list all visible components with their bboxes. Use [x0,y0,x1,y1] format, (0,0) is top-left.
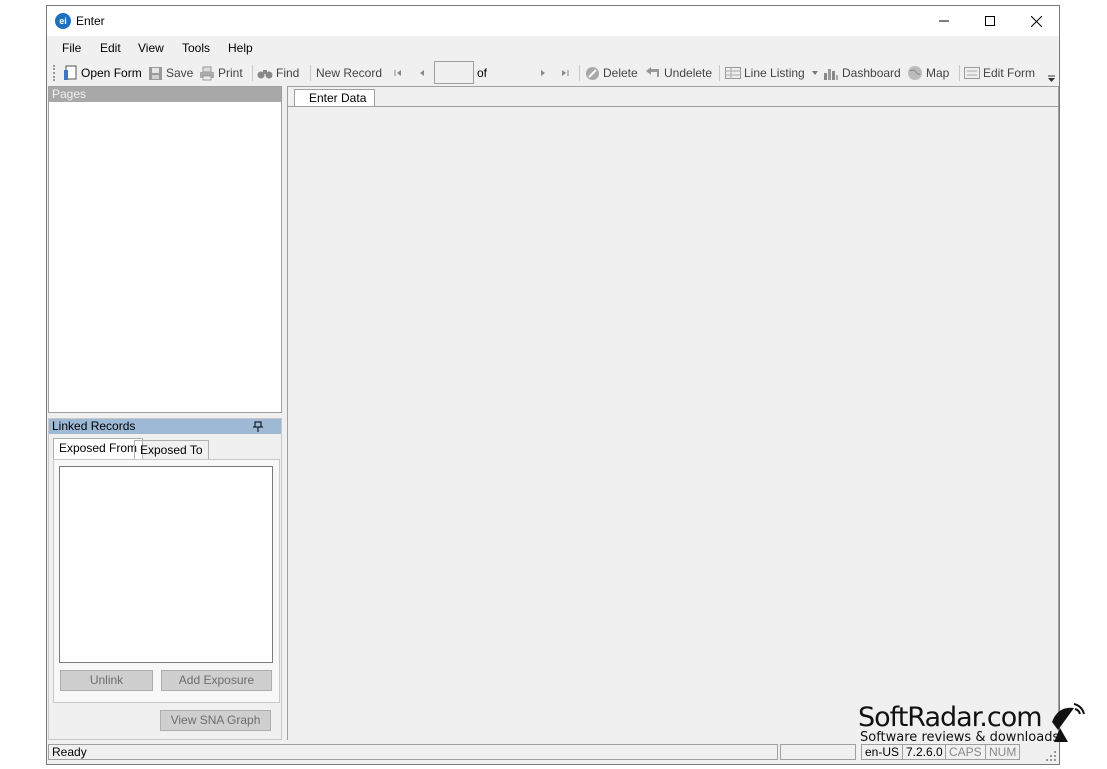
open-form-label: Open Form [81,66,142,80]
delete-icon [586,66,599,80]
form-icon [964,67,980,79]
maximize-icon [985,16,995,26]
dashboard-button[interactable]: Dashboard [823,64,901,82]
menu-bar: File Edit View Tools Help [47,36,1059,60]
toolbar-separator [252,65,253,81]
app-logo-icon: ei [55,13,71,29]
line-listing-button[interactable]: Line Listing [725,64,805,82]
pages-panel-title: Pages [49,87,281,102]
binoculars-icon [257,70,273,79]
record-number-input[interactable] [434,61,474,84]
view-sna-graph-button[interactable]: View SNA Graph [160,710,271,731]
tab-enter-data[interactable]: Enter Data [294,89,376,107]
globe-icon [908,66,922,80]
enter-data-canvas[interactable] [288,106,1058,740]
window-title: Enter [76,14,105,28]
tab-exposed-from[interactable]: Exposed From [53,438,144,460]
next-record-button[interactable] [538,64,548,82]
previous-record-button[interactable] [417,64,427,82]
menu-edit[interactable]: Edit [100,41,121,55]
line-listing-dropdown[interactable] [811,64,819,82]
minimize-icon [939,20,949,22]
status-text: Ready [48,744,778,760]
open-form-button[interactable]: Open Form [62,64,142,82]
linked-records-title: Linked Records [52,419,136,433]
grid-icon [725,67,741,79]
toolbar-separator [310,65,311,81]
unlink-button[interactable]: Unlink [60,670,153,691]
last-record-button[interactable] [560,64,570,82]
toolbar-separator [959,65,960,81]
linked-records-header: Linked Records [49,419,281,434]
add-exposure-button[interactable]: Add Exposure [161,670,272,691]
last-record-icon [562,70,569,76]
open-form-icon [64,65,77,80]
undelete-label: Undelete [664,66,713,80]
minimize-button[interactable] [921,6,967,36]
record-of-label: of [477,66,488,80]
main-document-area: Enter Data [287,86,1059,740]
menu-help[interactable]: Help [228,41,253,55]
next-record-icon [541,70,545,76]
pin-icon[interactable] [253,421,263,432]
first-record-icon [394,70,401,76]
tab-exposed-to[interactable]: Exposed To [134,440,209,460]
dashboard-label: Dashboard [842,66,901,80]
linked-records-panel: Linked Records Exposed From Exposed To U… [48,418,282,740]
close-icon [1030,15,1042,27]
status-progress [780,744,856,760]
toolbar-grip[interactable] [53,65,55,81]
pages-panel: Pages [48,86,282,413]
watermark-subtitle: Software reviews & downloads [860,730,1060,745]
edit-form-button[interactable]: Edit Form [964,64,1035,82]
find-label: Find [276,66,300,80]
find-button[interactable]: Find [257,64,299,82]
exposed-from-list[interactable] [59,466,273,663]
map-label: Map [926,66,950,80]
toolbar-separator [719,65,720,81]
pages-list[interactable] [49,102,281,412]
save-button[interactable]: Save [148,64,193,82]
delete-button[interactable]: Delete [585,64,638,82]
print-label: Print [218,66,243,80]
maximize-button[interactable] [967,6,1013,36]
title-bar[interactable]: ei Enter [47,6,1059,36]
new-record-button[interactable]: New Record [316,64,382,82]
bar-chart-icon [824,68,838,80]
undelete-button[interactable]: Undelete [645,64,712,82]
overflow-chevron-icon [1048,75,1055,82]
toolbar: Open Form Save Print Find New Record of [47,60,1059,86]
delete-label: Delete [603,66,638,80]
menu-view[interactable]: View [138,41,164,55]
softradar-watermark: SoftRadar.com Software reviews & downloa… [858,702,1098,762]
menu-tools[interactable]: Tools [182,41,210,55]
previous-record-icon [420,70,424,76]
watermark-title: SoftRadar.com [858,702,1043,733]
satellite-dish-icon [1052,703,1085,742]
save-icon [149,66,162,80]
new-record-label: New Record [316,66,383,80]
menu-file[interactable]: File [62,41,81,55]
save-label: Save [166,66,194,80]
toolbar-separator [579,65,580,81]
exposed-from-tab-panel: Unlink Add Exposure [53,459,280,703]
print-button[interactable]: Print [199,64,243,82]
map-button[interactable]: Map [907,64,949,82]
app-window: ei Enter File Edit View Tools Help Open … [46,5,1060,765]
first-record-button[interactable] [393,64,403,82]
chevron-down-icon [812,71,818,75]
line-listing-label: Line Listing [744,66,805,80]
edit-form-label: Edit Form [983,66,1036,80]
close-button[interactable] [1013,6,1059,36]
print-icon [200,66,214,80]
undo-arrow-icon [646,67,659,77]
